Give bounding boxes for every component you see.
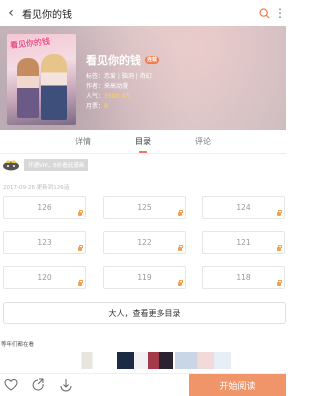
author-value: 来高动漫 bbox=[104, 83, 129, 90]
start-reading-button[interactable]: 开始阅读 bbox=[189, 374, 286, 396]
chapter-item[interactable]: 119 bbox=[103, 266, 186, 289]
status-badge: 连载 bbox=[145, 56, 160, 64]
monthly-ticket-row: 月票：8 bbox=[86, 102, 159, 112]
cover-figure-right bbox=[41, 54, 67, 120]
lock-icon bbox=[178, 210, 183, 216]
page-title: 看见你的钱 bbox=[22, 9, 72, 21]
chapter-number: 119 bbox=[137, 273, 152, 282]
heart-icon[interactable] bbox=[4, 378, 18, 392]
book-meta: 标签：恋爱 | 脑洞 | 奇幻 作者：来高动漫 人气：3503.4万 月票：8 bbox=[86, 72, 159, 112]
cover-title: 看见你的钱 bbox=[9, 36, 51, 51]
chapter-item[interactable]: 121 bbox=[202, 231, 285, 254]
book-name-row: 看见你的钱 连载 bbox=[86, 52, 160, 68]
chapter-number: 118 bbox=[236, 273, 251, 282]
chapter-number: 120 bbox=[37, 273, 52, 282]
lock-icon bbox=[277, 280, 282, 286]
cover-figure-left bbox=[17, 58, 39, 118]
recommend-thumbnail[interactable] bbox=[59, 352, 115, 369]
chapter-item[interactable]: 118 bbox=[202, 266, 285, 289]
chapter-item[interactable]: 126 bbox=[3, 196, 86, 219]
monthly-label: 月票： bbox=[86, 103, 105, 110]
book-header: 看见你的钱 看见你的钱 连载 标签：恋爱 | 脑洞 | 奇幻 作者：来高动漫 人… bbox=[0, 26, 286, 130]
bottom-bar: 开始阅读 bbox=[0, 373, 286, 396]
chapter-item[interactable]: 120 bbox=[3, 266, 86, 289]
chapter-number: 126 bbox=[37, 203, 52, 212]
also-reading-label: 等年们都在看 bbox=[1, 342, 35, 348]
chapter-item[interactable]: 125 bbox=[103, 196, 186, 219]
chapter-number: 122 bbox=[137, 238, 152, 247]
vip-crown-icon bbox=[3, 160, 19, 171]
also-reading-list bbox=[59, 352, 231, 369]
chapter-item[interactable]: 123 bbox=[3, 231, 86, 254]
vip-text: 开通VIP，8折看此漫画 bbox=[24, 159, 89, 171]
more-icon[interactable]: ⋮ bbox=[274, 6, 286, 20]
popularity-label: 人气： bbox=[86, 93, 105, 100]
back-arrow-icon[interactable]: ‹ bbox=[6, 5, 16, 21]
lock-icon bbox=[78, 280, 83, 286]
tab-details[interactable]: 详情 bbox=[75, 136, 91, 147]
recommend-thumbnail[interactable] bbox=[175, 352, 231, 369]
genre-row: 标签：恋爱 | 脑洞 | 奇幻 bbox=[86, 72, 159, 82]
download-icon[interactable] bbox=[59, 378, 73, 392]
more-chapters-button[interactable]: 大人，查看更多目录 bbox=[3, 302, 286, 324]
lock-icon bbox=[178, 245, 183, 251]
book-cover[interactable]: 看见你的钱 bbox=[7, 34, 76, 125]
tab-comments[interactable]: 评论 bbox=[195, 136, 211, 147]
monthly-value: 8 bbox=[104, 103, 108, 110]
chapter-item[interactable]: 122 bbox=[103, 231, 186, 254]
lock-icon bbox=[178, 280, 183, 286]
lock-icon bbox=[277, 210, 282, 216]
chapter-number: 123 bbox=[37, 238, 52, 247]
chapter-number: 121 bbox=[236, 238, 251, 247]
share-icon[interactable] bbox=[31, 378, 45, 392]
popularity-value: 3503.4万 bbox=[104, 93, 132, 100]
search-icon[interactable] bbox=[259, 7, 270, 19]
chapter-number: 124 bbox=[236, 203, 251, 212]
chapter-number: 125 bbox=[137, 203, 152, 212]
lock-icon bbox=[78, 245, 83, 251]
chapter-item[interactable]: 124 bbox=[202, 196, 285, 219]
tab-bar: 详情 目录 评论 bbox=[0, 130, 286, 153]
popularity-row: 人气：3503.4万 bbox=[86, 92, 159, 102]
vip-promo[interactable]: 开通VIP，8折看此漫画 bbox=[2, 159, 89, 171]
top-actions: ⋮ bbox=[259, 6, 286, 20]
update-info: 2017-09-26 更新到126话 bbox=[3, 185, 70, 191]
lock-icon bbox=[78, 210, 83, 216]
tab-catalog[interactable]: 目录 bbox=[135, 136, 151, 153]
author-label: 作者： bbox=[86, 83, 105, 90]
lock-icon bbox=[277, 245, 282, 251]
recommend-thumbnail[interactable] bbox=[117, 352, 173, 369]
divider bbox=[0, 153, 286, 154]
author-row: 作者：来高动漫 bbox=[86, 82, 159, 92]
book-info: 看见你的钱 连载 标签：恋爱 | 脑洞 | 奇幻 作者：来高动漫 人气：3503… bbox=[86, 52, 160, 112]
top-bar: ‹ 看见你的钱 ⋮ bbox=[0, 0, 286, 26]
genre-value: 恋爱 | 脑洞 | 奇幻 bbox=[104, 73, 152, 80]
book-name: 看见你的钱 bbox=[86, 54, 141, 67]
genre-label: 标签： bbox=[86, 73, 105, 80]
